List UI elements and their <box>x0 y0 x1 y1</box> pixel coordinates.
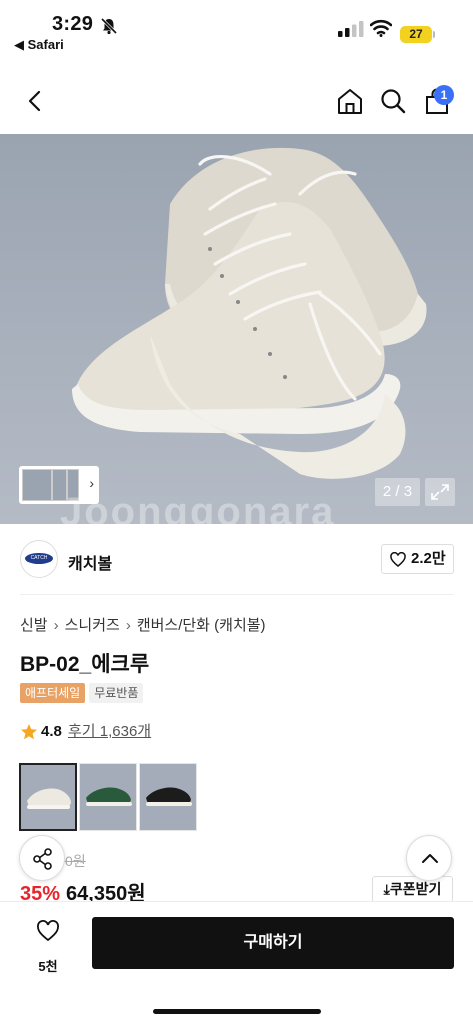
back-to-safari-link[interactable]: ◀ Safari <box>14 37 64 53</box>
bell-muted-icon <box>100 17 118 35</box>
seller-logo-text: CATCH BALL <box>25 553 53 572</box>
product-image-gallery[interactable]: › Joonggonara 2 / 3 <box>0 134 473 524</box>
green-sneaker-thumb <box>86 787 132 806</box>
top-nav: 1 <box>0 70 473 134</box>
color-option-green[interactable] <box>79 763 137 831</box>
color-option-ecru[interactable] <box>19 763 77 831</box>
black-sneaker-thumb <box>146 787 192 806</box>
ecru-sneaker-thumb <box>27 788 71 809</box>
watermark: Joonggonara <box>60 490 336 524</box>
home-icon[interactable] <box>335 86 365 116</box>
cart-count-badge: 1 <box>434 85 454 105</box>
breadcrumb: 신발 › 스니커즈 › 캔버스/단화 (캐치볼) <box>20 614 266 635</box>
expand-icon[interactable] <box>425 478 455 506</box>
heart-icon <box>390 552 406 567</box>
seller-like-button[interactable]: 2.2만 <box>381 544 454 574</box>
wishlist-count: 5천 <box>38 959 58 974</box>
home-indicator <box>153 1009 321 1014</box>
wifi-icon <box>370 19 392 37</box>
bottom-action-bar: 5천 구매하기 <box>0 901 473 1024</box>
breadcrumb-item[interactable]: 신발 <box>20 617 48 634</box>
thumbnail-1[interactable] <box>22 469 52 501</box>
search-icon[interactable] <box>378 86 408 116</box>
chevron-right-icon[interactable]: › <box>89 475 94 491</box>
buy-button[interactable]: 구매하기 <box>92 917 454 969</box>
chevron-up-icon <box>422 854 438 863</box>
heart-icon <box>37 920 59 942</box>
image-counter: 2 / 3 <box>375 478 420 506</box>
divider <box>20 594 453 595</box>
back-arrow-icon[interactable] <box>20 86 50 116</box>
coupon-button[interactable]: ⤓쿠폰받기 <box>372 876 453 903</box>
wishlist-button[interactable]: 5천 <box>26 918 70 974</box>
chevron-right-icon: › <box>125 617 131 634</box>
status-bar: 3:29 ◀ Safari 27 <box>0 0 473 62</box>
scroll-to-top-button[interactable] <box>406 835 452 881</box>
cellular-signal-icon <box>338 21 364 37</box>
chevron-right-icon: › <box>53 617 59 634</box>
breadcrumb-item[interactable]: 스니커즈 <box>65 617 120 634</box>
battery-indicator: 27 <box>400 26 432 43</box>
reviews-link[interactable]: 후기 1,636개 <box>68 721 151 743</box>
rating-score: 4.8 <box>41 723 62 740</box>
status-time: 3:29 <box>52 13 94 35</box>
product-title: BP-02_에크루 <box>20 653 150 676</box>
seller-name[interactable]: 캐치볼 <box>68 550 112 574</box>
seller-like-count: 2.2만 <box>411 550 446 567</box>
battery-cap <box>433 31 435 38</box>
share-button[interactable] <box>19 835 65 881</box>
seller-row: CATCH BALL 캐치볼 2.2만 <box>0 536 473 582</box>
color-option-black[interactable] <box>139 763 197 831</box>
coupon-label: 쿠폰받기 <box>389 881 442 897</box>
star-icon <box>21 724 37 740</box>
tag-after-sale: 애프터세일 <box>20 683 86 703</box>
share-icon <box>33 848 52 870</box>
seller-logo[interactable]: CATCH BALL <box>20 540 58 578</box>
breadcrumb-item[interactable]: 캔버스/단화 (캐치볼) <box>137 617 266 634</box>
product-tags: 애프터세일 무료반품 <box>20 683 147 703</box>
tag-free-return: 무료반품 <box>89 683 144 703</box>
